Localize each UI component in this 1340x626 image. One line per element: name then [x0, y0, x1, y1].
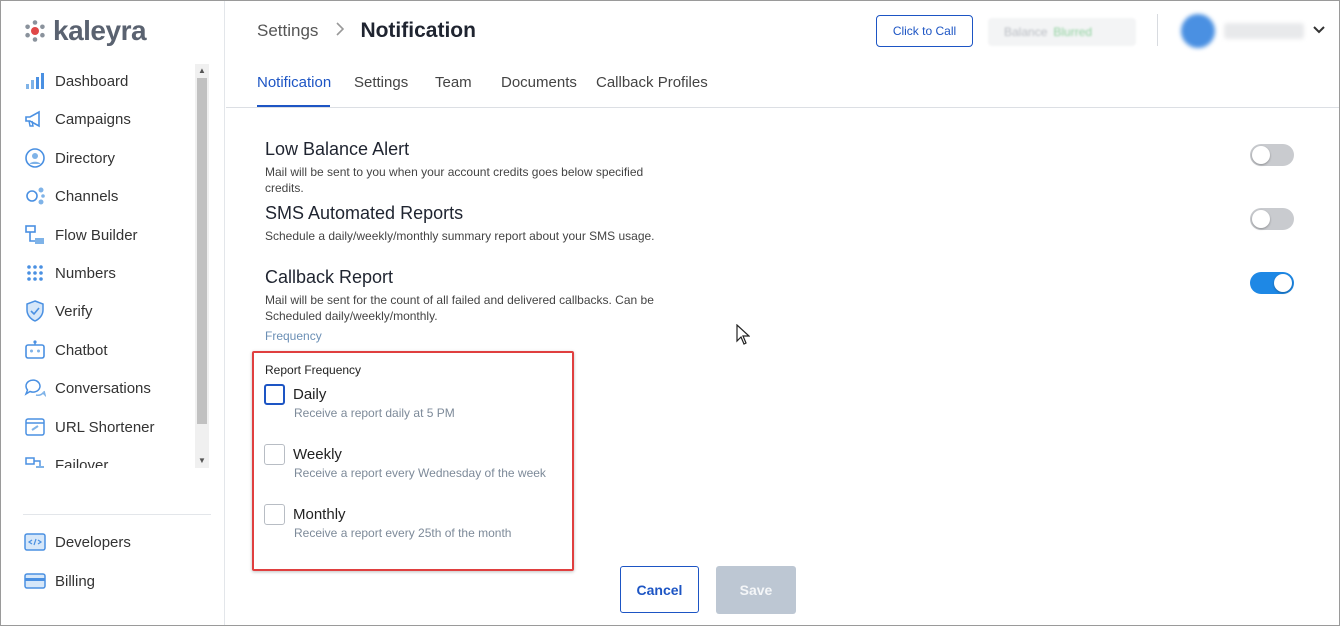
- daily-checkbox[interactable]: [264, 384, 285, 405]
- scroll-down-arrow-icon[interactable]: ▼: [195, 454, 209, 468]
- account-name-blurred[interactable]: [1224, 23, 1304, 39]
- sidebar-item-label: Flow Builder: [55, 226, 138, 244]
- tab-documents[interactable]: Documents: [501, 74, 577, 91]
- chevron-down-icon[interactable]: [1312, 22, 1326, 40]
- callback-report-toggle[interactable]: [1250, 272, 1294, 294]
- setting-callback-report: Callback Report Mail will be sent for th…: [265, 267, 675, 324]
- sidebar-item-chatbot[interactable]: Chatbot: [23, 337, 193, 363]
- frequency-label: Frequency: [265, 329, 322, 343]
- setting-title: SMS Automated Reports: [265, 203, 464, 223]
- sidebar-item-verify[interactable]: Verify: [23, 298, 193, 324]
- balance-value: Blurred: [1053, 25, 1093, 39]
- sidebar-item-billing[interactable]: Billing: [23, 568, 193, 594]
- chevron-right-icon: [336, 21, 345, 41]
- sidebar-item-label: Verify: [55, 302, 93, 320]
- sidebar-item-label: Developers: [55, 533, 131, 551]
- setting-sms-automated-reports: SMS Automated Reports Schedule a daily/w…: [265, 203, 675, 244]
- option-description: Receive a report daily at 5 PM: [294, 406, 455, 420]
- setting-description: Mail will be sent to you when your accou…: [265, 165, 644, 195]
- sidebar-item-label: Chatbot: [55, 341, 108, 359]
- link-icon: [23, 415, 47, 439]
- sms-automated-reports-toggle[interactable]: [1250, 208, 1294, 230]
- keypad-icon: [23, 261, 47, 285]
- monthly-checkbox[interactable]: [264, 504, 285, 525]
- flow-icon: [23, 223, 47, 247]
- sidebar-divider: [23, 514, 211, 515]
- sidebar-item-label: Numbers: [55, 264, 116, 282]
- tab-notification[interactable]: Notification: [257, 74, 331, 91]
- toggle-knob: [1252, 146, 1270, 164]
- logo[interactable]: kaleyra: [23, 15, 147, 47]
- sidebar-item-label: Failover: [55, 456, 109, 469]
- header-divider: [1157, 14, 1158, 46]
- sidebar-item-campaigns[interactable]: Campaigns: [23, 106, 193, 132]
- option-name: Daily: [293, 386, 327, 403]
- shield-icon: [23, 299, 47, 323]
- page-title: Notification: [360, 19, 476, 42]
- bar-chart-icon: [23, 69, 47, 93]
- low-balance-alert-toggle[interactable]: [1250, 144, 1294, 166]
- option-description: Receive a report every Wednesday of the …: [294, 466, 546, 480]
- sidebar-item-directory[interactable]: Directory: [23, 145, 193, 171]
- logo-text: kaleyra: [53, 15, 147, 46]
- avatar[interactable]: [1181, 14, 1215, 48]
- breadcrumb-parent[interactable]: Settings: [257, 21, 318, 41]
- report-frequency-title: Report Frequency: [265, 363, 362, 377]
- failover-icon: [23, 453, 47, 468]
- toggle-knob: [1274, 274, 1292, 292]
- tab-settings[interactable]: Settings: [354, 74, 408, 91]
- sidebar-item-failover[interactable]: Failover: [23, 452, 193, 468]
- sidebar: kaleyra Dashboard Campaigns Directory Ch…: [1, 1, 225, 625]
- toggle-knob: [1252, 210, 1270, 228]
- sidebar-item-label: Channels: [55, 187, 119, 205]
- active-tab-indicator: [257, 105, 330, 107]
- option-description: Receive a report every 25th of the month: [294, 526, 512, 540]
- credit-card-icon: [23, 569, 47, 593]
- sidebar-scrollbar[interactable]: ▲ ▼: [195, 64, 209, 468]
- tab-team[interactable]: Team: [435, 74, 472, 91]
- setting-description: Schedule a daily/weekly/monthly summary …: [265, 229, 655, 243]
- setting-low-balance-alert: Low Balance Alert Mail will be sent to y…: [265, 139, 675, 196]
- scrollbar-thumb[interactable]: [197, 78, 207, 424]
- click-to-call-button[interactable]: Click to Call: [876, 15, 973, 47]
- chat-bubbles-icon: [23, 376, 47, 400]
- balance-widget[interactable]: Balance Blurred: [988, 18, 1136, 46]
- sidebar-item-conversations[interactable]: Conversations: [23, 375, 193, 401]
- sidebar-item-label: Conversations: [55, 379, 151, 397]
- setting-description: Mail will be sent for the count of all f…: [265, 293, 654, 323]
- code-icon: [23, 530, 47, 554]
- sidebar-item-label: Dashboard: [55, 72, 129, 90]
- megaphone-icon: [23, 107, 47, 131]
- setting-title: Callback Report: [265, 267, 394, 287]
- sidebar-item-label: Campaigns: [55, 110, 131, 128]
- sidebar-item-dashboard[interactable]: Dashboard: [23, 68, 193, 94]
- scroll-up-arrow-icon[interactable]: ▲: [195, 64, 209, 78]
- sidebar-item-developers[interactable]: Developers: [23, 529, 193, 555]
- kaleyra-logo-icon: [25, 20, 45, 42]
- option-name: Monthly: [293, 506, 346, 523]
- weekly-checkbox[interactable]: [264, 444, 285, 465]
- option-name: Weekly: [293, 446, 342, 463]
- sidebar-item-channels[interactable]: Channels: [23, 183, 193, 209]
- breadcrumb: Settings Notification: [257, 19, 476, 43]
- tab-callback-profiles[interactable]: Callback Profiles: [596, 74, 708, 91]
- contact-icon: [23, 146, 47, 170]
- sidebar-item-url-shortener[interactable]: URL Shortener: [23, 414, 193, 440]
- sidebar-nav: Dashboard Campaigns Directory Channels F…: [1, 64, 197, 468]
- tab-bar: Notification Settings Team Documents Cal…: [226, 60, 1339, 108]
- sidebar-item-flow-builder[interactable]: Flow Builder: [23, 222, 193, 248]
- sidebar-item-label: Billing: [55, 572, 96, 590]
- setting-title: Low Balance Alert: [265, 139, 410, 159]
- balance-label: Balance: [1004, 25, 1048, 39]
- save-button[interactable]: Save: [716, 566, 796, 614]
- sidebar-item-label: Directory: [55, 149, 116, 167]
- cancel-button[interactable]: Cancel: [620, 566, 699, 613]
- sidebar-item-label: URL Shortener: [55, 418, 155, 436]
- bot-icon: [23, 338, 47, 362]
- sidebar-item-numbers[interactable]: Numbers: [23, 260, 193, 286]
- channels-icon: [23, 184, 47, 208]
- mouse-cursor-icon: [736, 324, 750, 345]
